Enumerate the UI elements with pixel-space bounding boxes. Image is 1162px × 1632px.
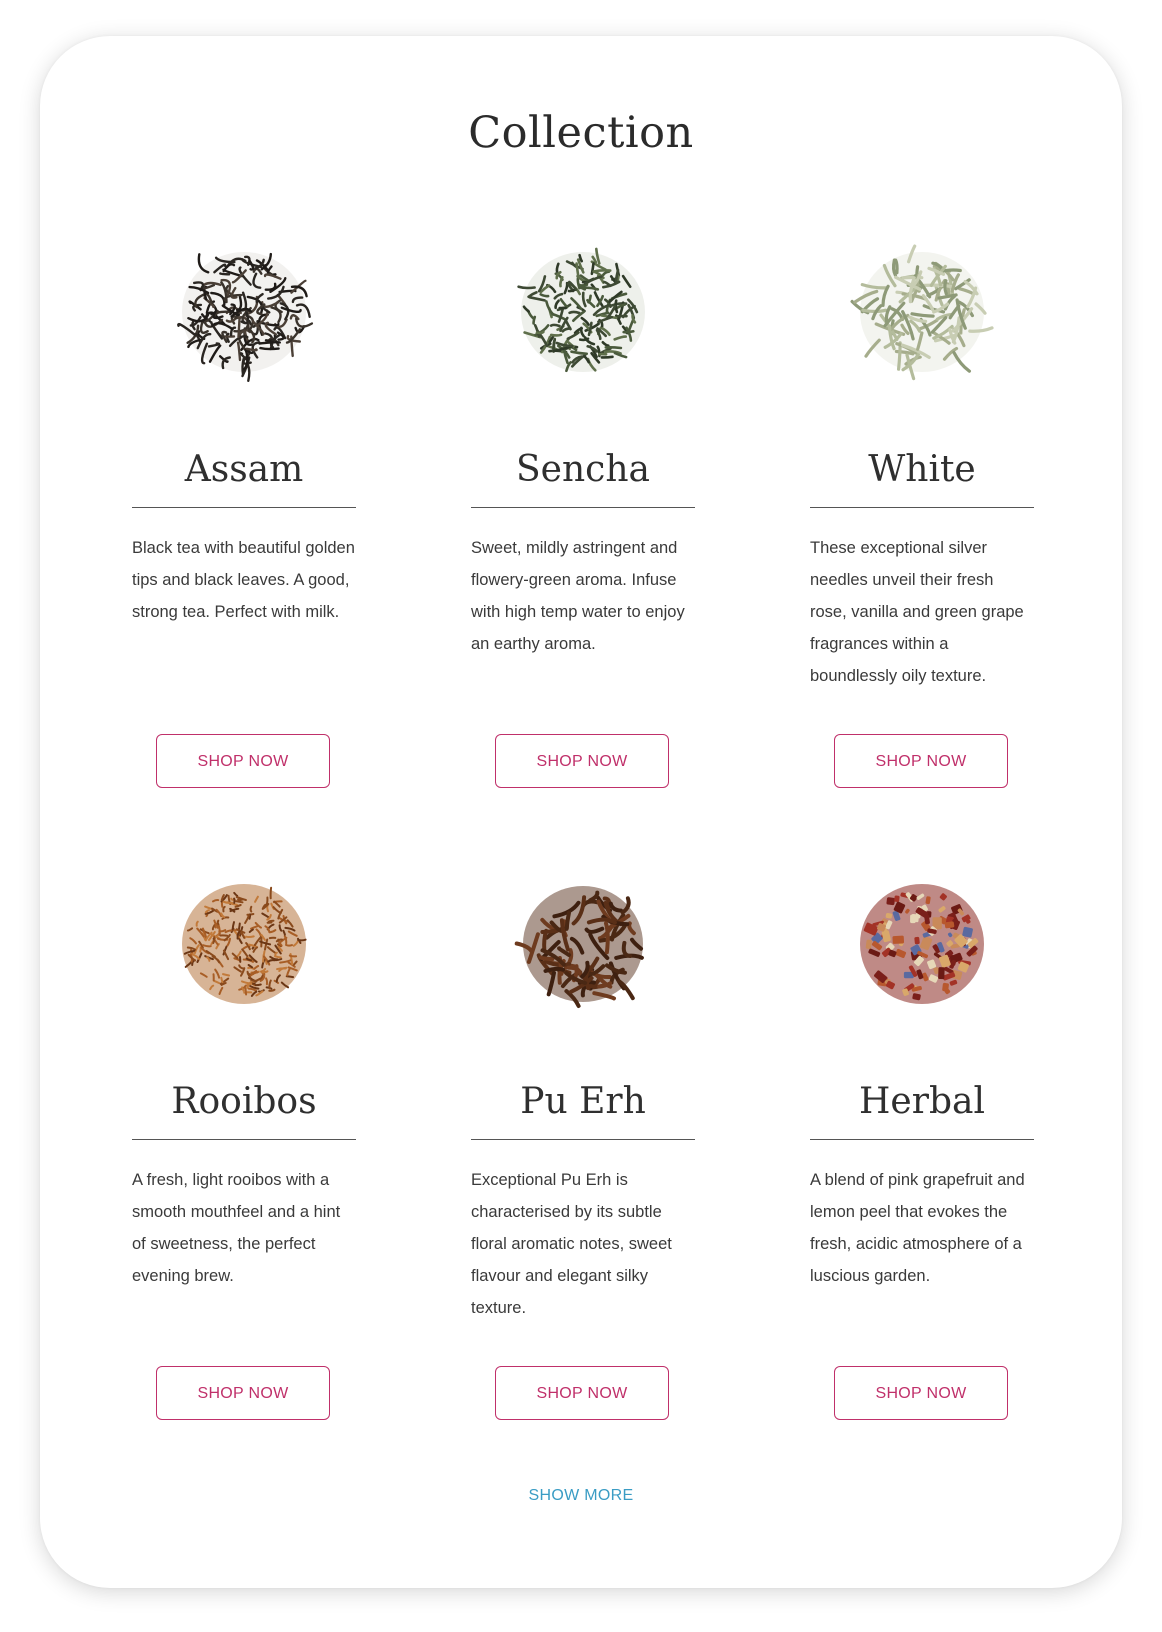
product-name: White bbox=[868, 449, 976, 490]
product-name: Herbal bbox=[859, 1081, 985, 1122]
product-description: Sweet, mildly astringent and flowery-gre… bbox=[471, 539, 685, 653]
white-tea-leaves-image bbox=[847, 232, 997, 382]
product-divider bbox=[471, 1139, 695, 1140]
product-name: Rooibos bbox=[171, 1081, 317, 1122]
rooibos-tea-leaves-image bbox=[169, 864, 319, 1014]
herbal-tea-blend-image bbox=[847, 864, 997, 1014]
product-description: A blend of pink grapefruit and lemon pee… bbox=[810, 1171, 1025, 1285]
product-divider bbox=[810, 507, 1034, 508]
product-name: Sencha bbox=[516, 449, 650, 490]
collection-title: Collection bbox=[468, 108, 694, 158]
product-description: A fresh, light rooibos with a smooth mou… bbox=[132, 1171, 341, 1285]
assam-tea-leaves-image bbox=[169, 232, 319, 382]
product-divider bbox=[810, 1139, 1034, 1140]
product-divider bbox=[132, 1139, 356, 1140]
product-description: Black tea with beautiful golden tips and… bbox=[132, 539, 355, 621]
product-divider bbox=[471, 507, 695, 508]
shop-now-button-pu-erh[interactable]: SHOP NOW bbox=[495, 1366, 669, 1420]
product-description: Exceptional Pu Erh is characterised by i… bbox=[471, 1171, 672, 1317]
shop-now-button-sencha[interactable]: SHOP NOW bbox=[495, 734, 669, 788]
shop-now-button-rooibos[interactable]: SHOP NOW bbox=[156, 1366, 330, 1420]
product-name: Pu Erh bbox=[520, 1081, 646, 1122]
product-description: These exceptional silver needles unveil … bbox=[810, 539, 1024, 685]
shop-now-button-white[interactable]: SHOP NOW bbox=[834, 734, 1008, 788]
pu-erh-tea-leaves-image bbox=[508, 864, 658, 1014]
show-more-link[interactable]: SHOW MORE bbox=[0, 1487, 1162, 1505]
shop-now-button-assam[interactable]: SHOP NOW bbox=[156, 734, 330, 788]
sencha-tea-leaves-image bbox=[508, 232, 658, 382]
shop-now-button-herbal[interactable]: SHOP NOW bbox=[834, 1366, 1008, 1420]
product-name: Assam bbox=[184, 449, 304, 490]
product-divider bbox=[132, 507, 356, 508]
